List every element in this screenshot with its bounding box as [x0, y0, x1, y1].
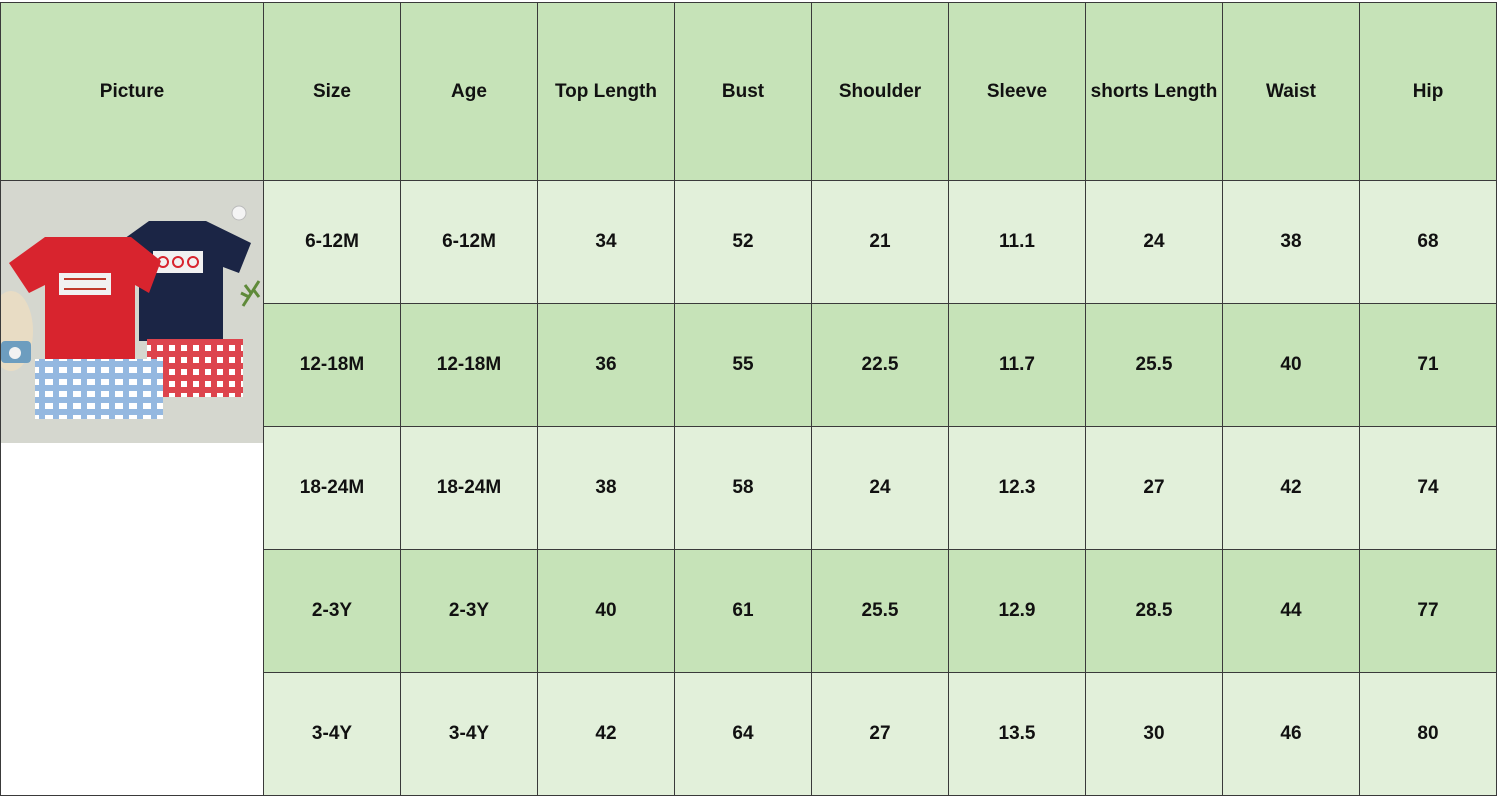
cell-waist: 44	[1222, 549, 1360, 673]
cell-shoulder: 27	[811, 672, 949, 796]
picture-cell	[0, 180, 264, 796]
cell-shoulder: 21	[811, 180, 949, 304]
cell-shorts-length: 24	[1085, 180, 1223, 304]
cell-top-length: 34	[537, 180, 675, 304]
header-age: Age	[400, 2, 538, 181]
cell-waist: 46	[1222, 672, 1360, 796]
cell-shoulder: 24	[811, 426, 949, 550]
cell-top-length: 40	[537, 549, 675, 673]
cell-waist: 38	[1222, 180, 1360, 304]
header-shorts-length: shorts Length	[1085, 2, 1223, 181]
cell-age: 2-3Y	[400, 549, 538, 673]
cell-size: 2-3Y	[263, 549, 401, 673]
cell-hip: 71	[1359, 303, 1497, 427]
cell-bust: 58	[674, 426, 812, 550]
cell-shorts-length: 28.5	[1085, 549, 1223, 673]
cell-shorts-length: 25.5	[1085, 303, 1223, 427]
product-photo	[1, 181, 263, 443]
cell-shorts-length: 27	[1085, 426, 1223, 550]
cell-bust: 64	[674, 672, 812, 796]
cell-shorts-length: 30	[1085, 672, 1223, 796]
cell-top-length: 36	[537, 303, 675, 427]
cell-waist: 40	[1222, 303, 1360, 427]
cell-sleeve: 11.7	[948, 303, 1086, 427]
header-shoulder: Shoulder	[811, 2, 949, 181]
cell-hip: 74	[1359, 426, 1497, 550]
cell-bust: 61	[674, 549, 812, 673]
cell-hip: 77	[1359, 549, 1497, 673]
cell-sleeve: 13.5	[948, 672, 1086, 796]
cell-shoulder: 25.5	[811, 549, 949, 673]
cell-hip: 80	[1359, 672, 1497, 796]
cell-size: 3-4Y	[263, 672, 401, 796]
cell-size: 18-24M	[263, 426, 401, 550]
cell-sleeve: 12.3	[948, 426, 1086, 550]
cell-shoulder: 22.5	[811, 303, 949, 427]
cell-age: 6-12M	[400, 180, 538, 304]
cell-size: 6-12M	[263, 180, 401, 304]
cell-hip: 68	[1359, 180, 1497, 304]
outfit-illustration	[1, 181, 263, 443]
cell-sleeve: 12.9	[948, 549, 1086, 673]
header-sleeve: Sleeve	[948, 2, 1086, 181]
header-top-length: Top Length	[537, 2, 675, 181]
table-row: 6-12M 6-12M 34 52 21 11.1 24 38 68	[0, 180, 1497, 796]
header-bust: Bust	[674, 2, 812, 181]
cell-age: 12-18M	[400, 303, 538, 427]
cell-waist: 42	[1222, 426, 1360, 550]
header-row: Picture Size Age Top Length Bust Shoulde…	[0, 2, 1497, 181]
cell-top-length: 38	[537, 426, 675, 550]
cell-sleeve: 11.1	[948, 180, 1086, 304]
header-size: Size	[263, 2, 401, 181]
header-waist: Waist	[1222, 2, 1360, 181]
cell-top-length: 42	[537, 672, 675, 796]
header-picture: Picture	[0, 2, 264, 181]
cell-size: 12-18M	[263, 303, 401, 427]
cell-bust: 55	[674, 303, 812, 427]
size-chart-table: Picture Size Age Top Length Bust Shoulde…	[0, 2, 1497, 796]
cell-age: 18-24M	[400, 426, 538, 550]
header-hip: Hip	[1359, 2, 1497, 181]
cell-bust: 52	[674, 180, 812, 304]
cell-age: 3-4Y	[400, 672, 538, 796]
